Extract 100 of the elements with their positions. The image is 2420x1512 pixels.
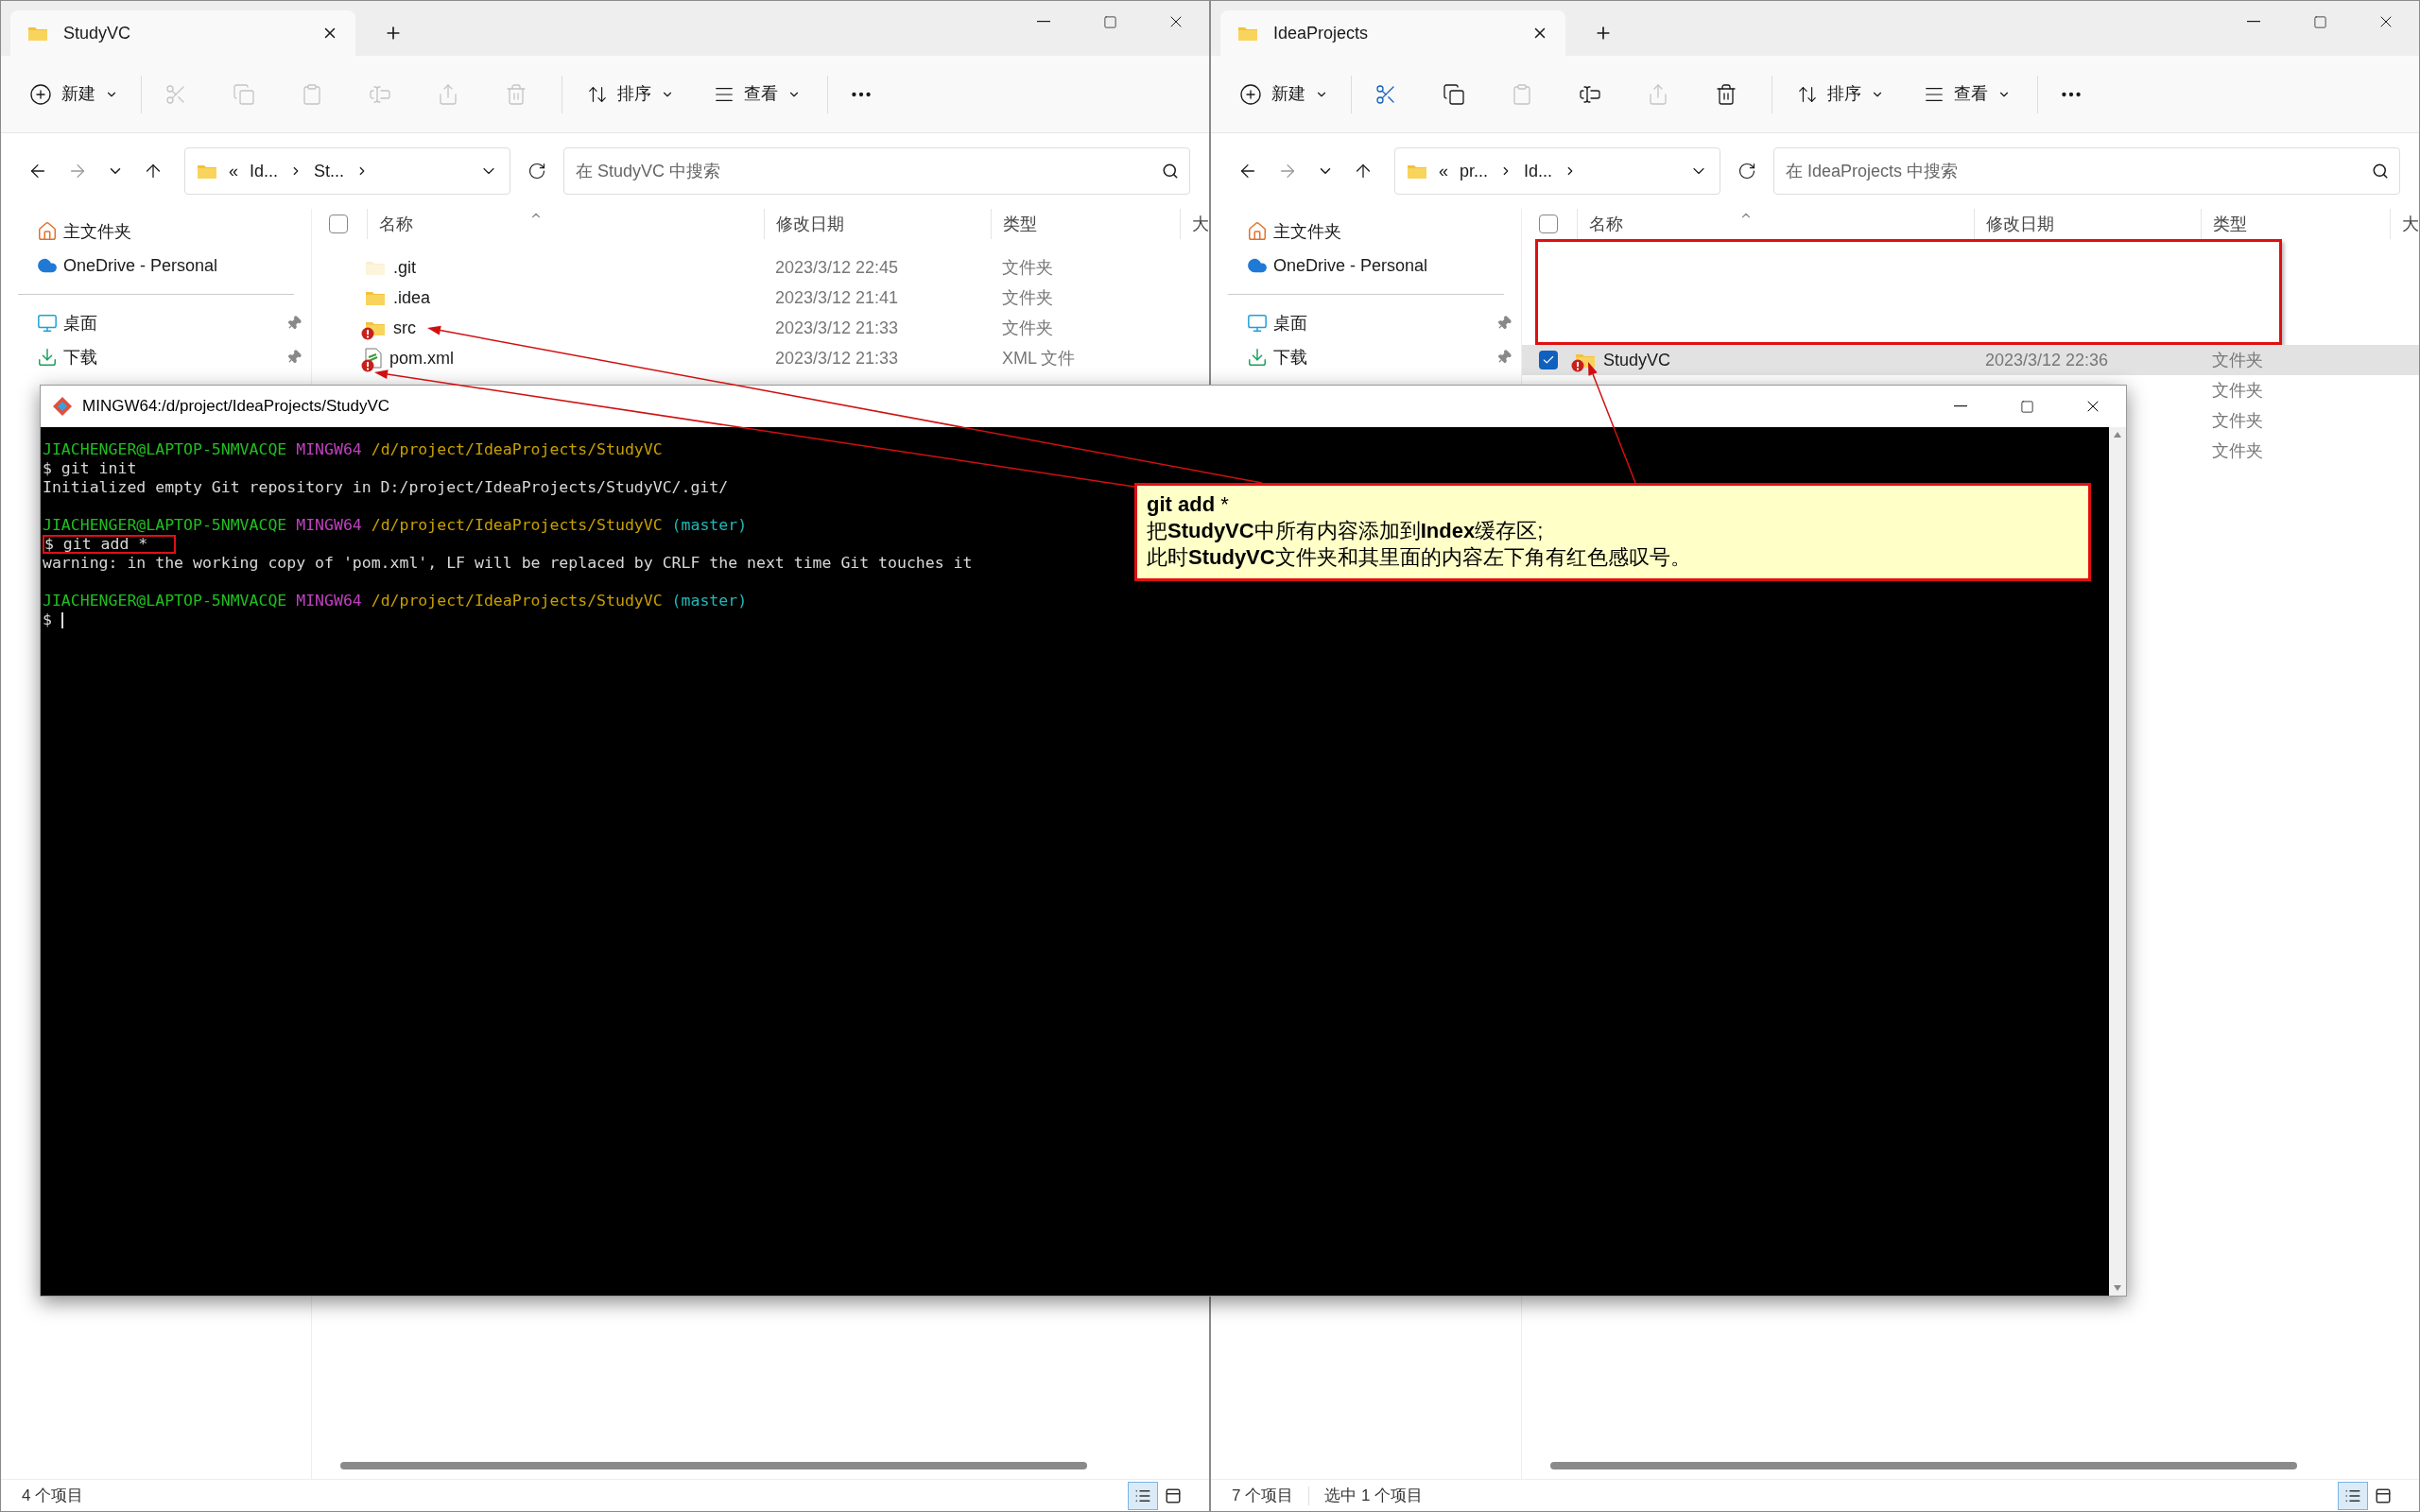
column-header[interactable]: 类型 [2213,211,2247,237]
search-icon[interactable] [1162,163,1179,180]
tab-title: IdeaProjects [1273,22,1370,44]
new-button[interactable]: 新建 [29,81,141,107]
file-name: .idea [393,286,431,309]
file-type: 文件夹 [2212,350,2263,369]
annotation-text: 此时StudyVC文件夹和其里面的内容左下角有红色感叹号。 [1147,544,1692,571]
prompt-user: JIACHENGER@LAPTOP-5NMVACQE [43,440,287,458]
minimize-icon [2247,21,2260,23]
folder-icon [1407,163,1427,180]
panel-icon [1165,1486,1182,1504]
desktop-icon [1247,313,1268,334]
file-type: 文件夹 [1002,318,1053,337]
annotation-text: git add* [1147,491,1230,518]
breadcrumb-item[interactable]: Id... [250,158,279,184]
search-icon[interactable] [2372,163,2389,180]
warning-badge-icon [1571,359,1584,372]
maximize-icon [1102,14,1117,29]
terminal-text: $ git init [43,459,137,477]
folder-icon [197,163,217,180]
modified-date: 2023/3/12 21:33 [775,348,899,368]
file-type: 文件夹 [1002,257,1053,277]
sidebar-item[interactable]: 桌面 [1,306,311,340]
maximize-icon [2019,399,2034,414]
plus-icon [1239,82,1262,106]
select-all-checkbox[interactable] [329,215,348,233]
file-name: .git [393,256,416,279]
sidebar-item[interactable]: 主文件夹 [1211,215,1521,249]
column-header[interactable]: 大 [2402,211,2419,237]
sidebar-item[interactable]: 主文件夹 [1,215,311,249]
folder-icon [1237,25,1258,42]
breadcrumb-item[interactable]: pr... [1460,158,1489,184]
desktop-icon [37,313,58,334]
file-row[interactable]: StudyVC 2023/3/12 22:36 文件夹 [1522,345,2419,375]
share-icon [437,82,459,106]
file-row[interactable]: .idea 2023/3/12 21:41 文件夹 [312,283,1209,313]
sidebar-item[interactable]: OneDrive - Personal [1,249,311,283]
sort-button[interactable]: 排序 [574,81,687,107]
window-tab[interactable]: IdeaProjects [1220,10,1565,56]
scroll-down-icon[interactable] [2113,1284,2122,1292]
trash-icon [1715,82,1737,106]
breadcrumb-item[interactable]: Id... [1524,158,1553,184]
address-bar[interactable]: « pr... Id... [1394,147,1720,195]
new-button[interactable]: 新建 [1239,81,1351,107]
file-name: pom.xml [389,347,454,369]
maximize-icon [2312,14,2327,29]
download-icon [37,347,58,368]
breadcrumb-item[interactable]: St... [314,158,345,184]
refresh-icon[interactable] [527,162,546,180]
sidebar-item[interactable]: 下载 [1,340,311,374]
panel-icon [2375,1486,2392,1504]
prompt-branch: (master) [671,516,748,534]
terminal-text: warning: in the working copy of 'pom.xml', LF will be replaced by CRLF the next time Git touches it [43,554,973,572]
details-view-button[interactable] [1128,1481,1158,1510]
trash-icon [505,82,527,106]
clipboard-icon [301,82,323,106]
prompt-user: JIACHENGER@LAPTOP-5NMVACQE [43,516,287,534]
sidebar-item[interactable]: 桌面 [1211,306,1521,340]
download-icon [1247,347,1268,368]
check-icon [1542,353,1555,367]
status-text: 选中 1 个项目 [1324,1485,1424,1506]
file-type: XML 文件 [1002,348,1076,368]
search-field[interactable]: 在 StudyVC 中搜索 [563,147,1190,195]
file-row[interactable]: pom.xml 2023/3/12 21:33 XML 文件 [312,343,1209,373]
column-header[interactable]: 修改日期 [1986,211,2054,237]
clipboard-icon [1511,82,1533,106]
file-type: 文件夹 [2212,440,2263,460]
view-button[interactable]: 查看 [687,81,827,107]
details-view-button[interactable] [2338,1481,2368,1510]
column-header[interactable]: 名称 [1589,211,1623,237]
horizontal-scrollbar[interactable] [1550,1462,2297,1469]
terminal-text: $ [43,610,52,628]
address-bar[interactable]: « Id... St... [184,147,510,195]
select-all-checkbox[interactable] [1539,215,1558,233]
breadcrumb-item[interactable]: « [1439,158,1448,184]
file-row[interactable]: .git 2023/3/12 22:45 文件夹 [312,252,1209,283]
column-header[interactable]: 类型 [1003,211,1037,237]
column-header[interactable]: 大 [1192,211,1209,237]
prompt-user: JIACHENGER@LAPTOP-5NMVACQE [43,592,287,610]
copy-icon [1443,82,1465,106]
home-icon [1247,221,1268,242]
refresh-icon[interactable] [1737,162,1756,180]
status-text: 7 个项目 [1232,1485,1294,1506]
prompt-host: MINGW64 [296,592,362,610]
sidebar-item[interactable]: 下载 [1211,340,1521,374]
window-tab[interactable]: StudyVC [10,10,355,56]
scroll-up-icon[interactable] [2113,431,2122,438]
modified-date: 2023/3/12 22:36 [1985,350,2109,369]
vertical-scrollbar[interactable] [2109,427,2126,1296]
breadcrumb-item[interactable]: « [229,158,238,184]
sidebar-item[interactable]: OneDrive - Personal [1211,249,1521,283]
column-header[interactable]: 名称 [379,211,413,237]
horizontal-scrollbar[interactable] [340,1462,1087,1469]
search-field[interactable]: 在 IdeaProjects 中搜索 [1773,147,2400,195]
sort-button[interactable]: 排序 [1784,81,1897,107]
view-button[interactable]: 查看 [1897,81,2037,107]
column-header[interactable]: 修改日期 [776,211,844,237]
row-checkbox[interactable] [1539,351,1558,369]
file-row[interactable]: src 2023/3/12 21:33 文件夹 [312,313,1209,343]
annotation-text: 把StudyVC中所有内容添加到Index缓存区; [1147,518,1545,544]
